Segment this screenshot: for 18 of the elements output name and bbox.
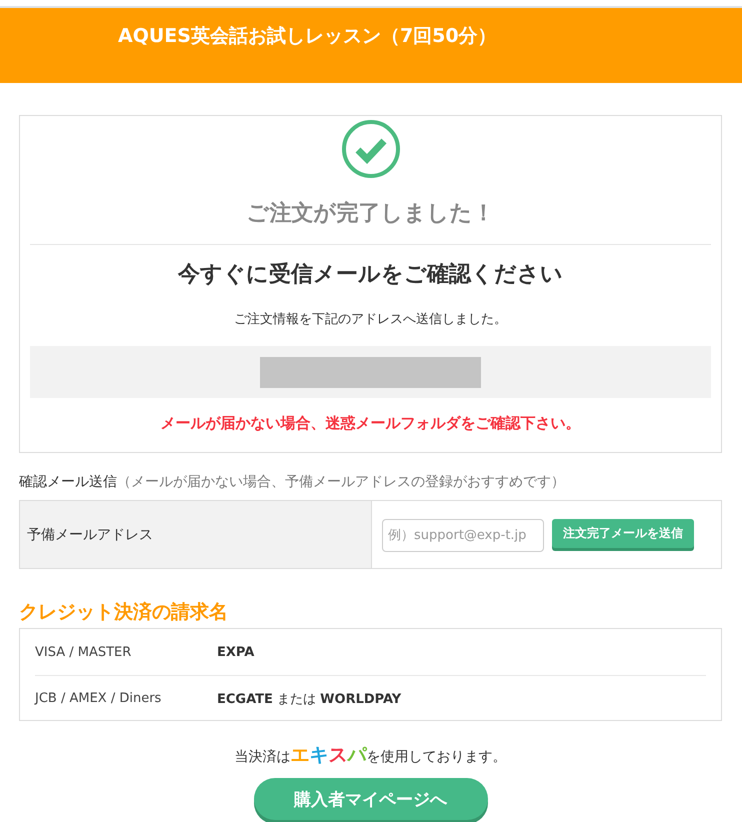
card-brands: VISA / MASTER — [35, 644, 132, 660]
completion-title: ご注文が完了しました！ — [246, 200, 494, 228]
field-label-cell: 予備メールアドレス — [20, 501, 372, 568]
sent-message: ご注文情報を下記のアドレスへ送信しました。 — [234, 311, 507, 329]
billing-title: クレジット決済の請求名 — [19, 600, 229, 625]
email-input-field[interactable]: 例）support@exp-t.jp — [382, 519, 544, 552]
check-circle-icon — [342, 120, 400, 178]
my-page-button[interactable]: 購入者マイページへ — [254, 778, 488, 820]
section-label: 確認メール送信 — [19, 473, 117, 491]
billing-name: ECGATE または WORLDPAY — [217, 690, 402, 708]
payment-note: 当決済はエキスパを使用しております。 — [234, 743, 506, 768]
billing-name: EXPA — [217, 644, 254, 660]
spam-folder-warning: メールが届かない場合、迷惑メールフォルダをご確認下さい。 — [160, 413, 580, 433]
send-email-button[interactable]: 注文完了メールを送信 — [552, 518, 694, 548]
check-email-heading: 今すぐに受信メールをご確認ください — [178, 261, 563, 289]
page-title: AQUES英会話お試しレッスン（7回50分） — [118, 24, 497, 49]
card-brands: JCB / AMEX / Diners — [35, 691, 162, 706]
section-hint: （メールが届かない場合、予備メールアドレスの登録がおすすめです） — [117, 473, 565, 491]
